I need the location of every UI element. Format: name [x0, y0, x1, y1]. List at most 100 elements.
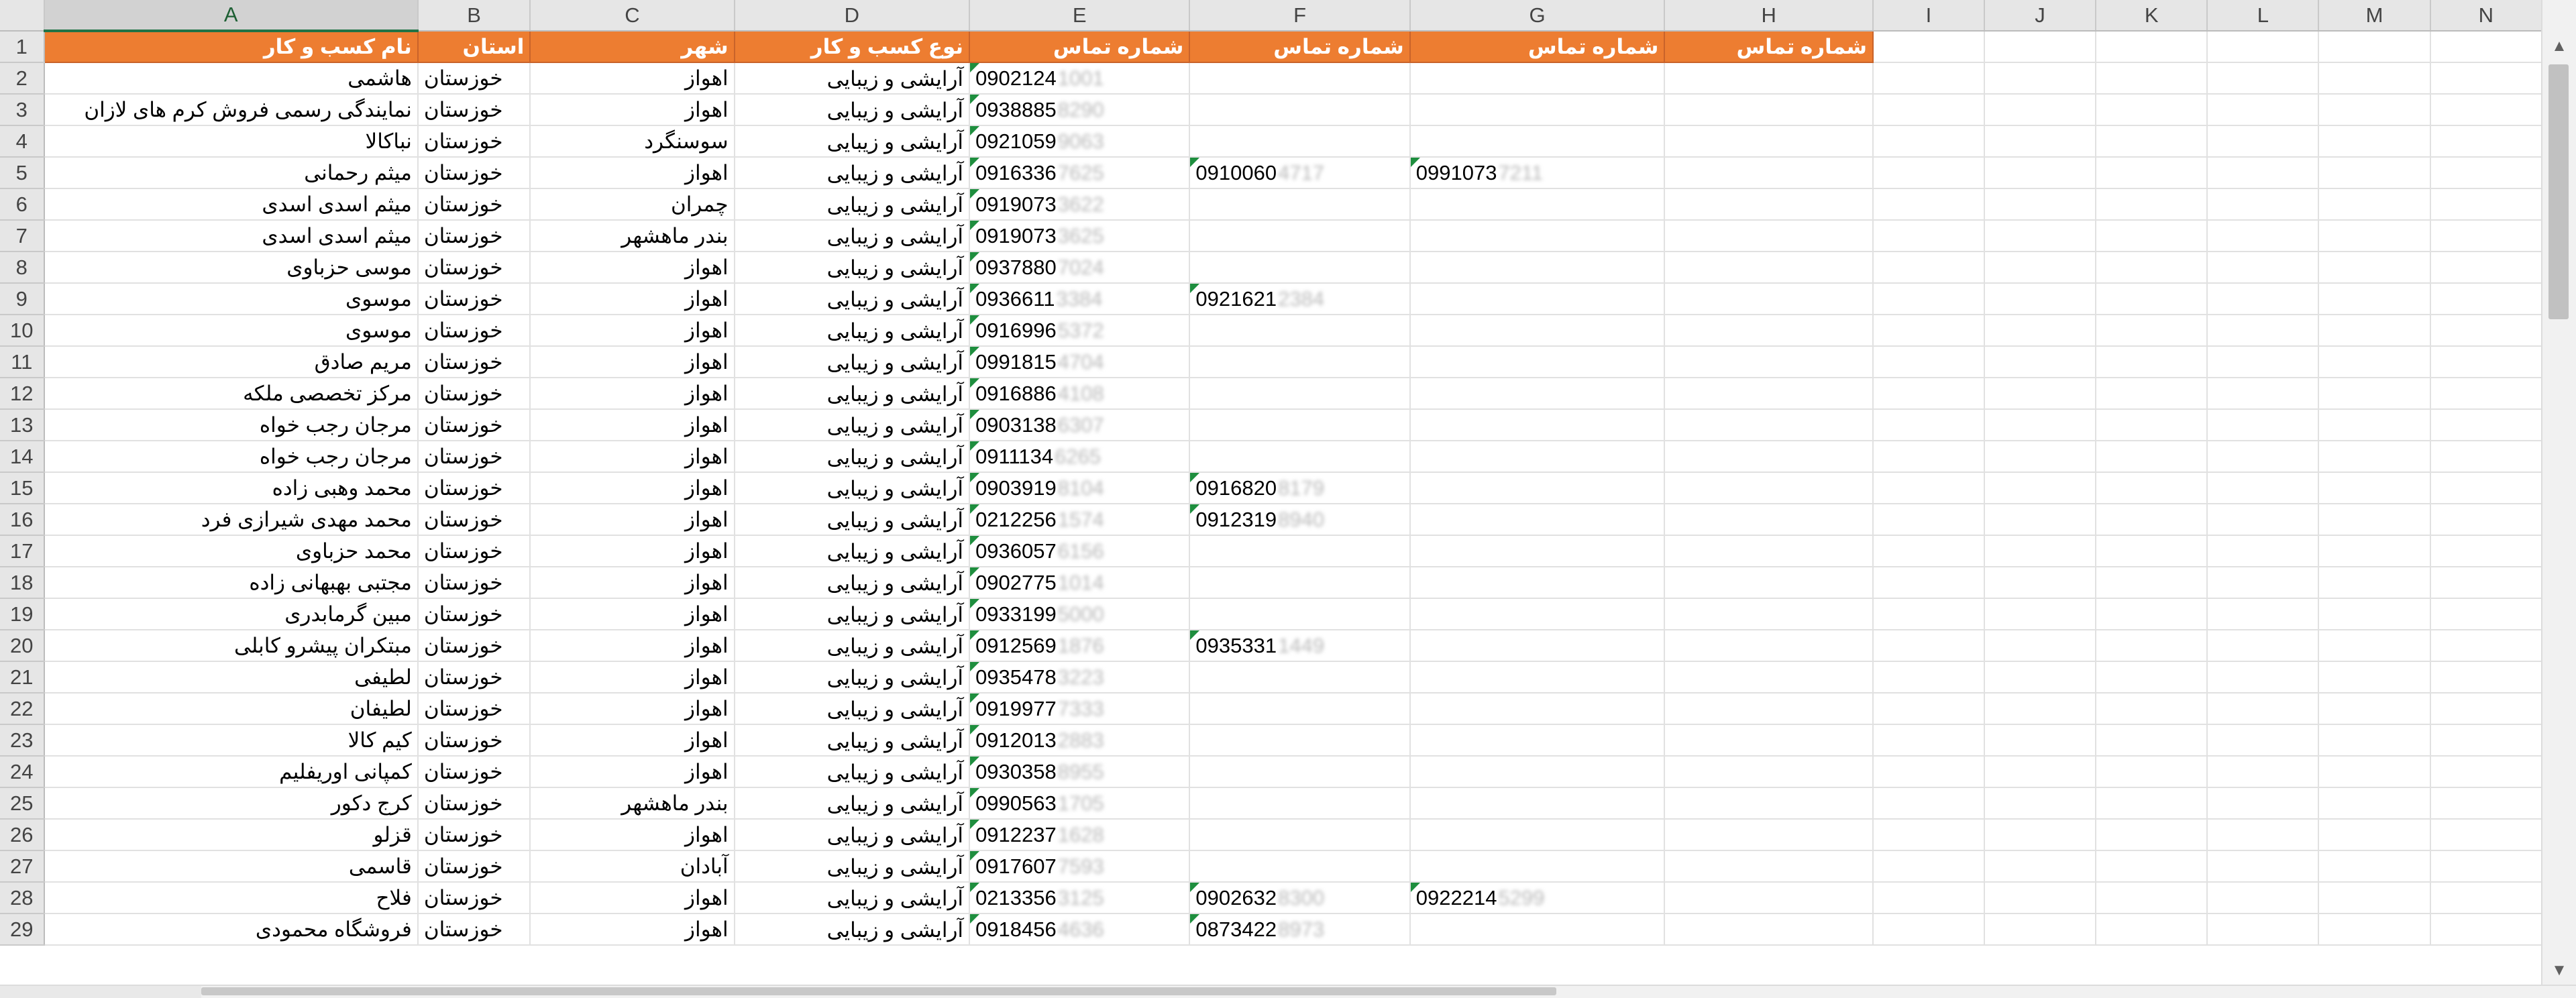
cell-business-type[interactable]: آرایشی و زیبایی	[734, 378, 971, 410]
cell[interactable]	[2207, 756, 2320, 788]
cell[interactable]	[2430, 94, 2542, 126]
cell[interactable]	[1664, 315, 1874, 347]
cell-phone-3[interactable]	[1409, 125, 1666, 158]
cell[interactable]	[2207, 283, 2320, 315]
cell-phone-3[interactable]	[1409, 441, 1666, 473]
cell[interactable]	[2096, 409, 2208, 441]
cell[interactable]	[2318, 409, 2431, 441]
cell-phone-2[interactable]	[1189, 819, 1411, 851]
cell[interactable]	[2096, 850, 2208, 883]
cell[interactable]	[1984, 94, 2097, 126]
cell-phone-3[interactable]	[1409, 661, 1666, 694]
cell-city[interactable]: اهواز	[530, 598, 735, 630]
cell-province[interactable]: خوزستان	[417, 819, 531, 851]
cell[interactable]	[1664, 724, 1874, 757]
cell-phone-2[interactable]	[1189, 252, 1411, 284]
cell[interactable]	[1984, 441, 2097, 473]
cell[interactable]	[2318, 504, 2431, 536]
cell[interactable]	[1872, 472, 1985, 504]
cell-business-name[interactable]: میثم اسدی اسدی	[44, 220, 419, 252]
cell[interactable]	[1984, 283, 2097, 315]
cell[interactable]	[1984, 188, 2097, 221]
row-header[interactable]: 2	[0, 62, 45, 95]
cell[interactable]	[2207, 125, 2320, 158]
cell[interactable]	[1984, 315, 2097, 347]
horizontal-scrollbar[interactable]	[0, 985, 2576, 998]
cell[interactable]	[2318, 31, 2431, 63]
cell-phone-2[interactable]	[1189, 693, 1411, 725]
cell-phone-1[interactable]: 09190733625	[969, 220, 1191, 252]
cell[interactable]	[2207, 346, 2320, 378]
cell-phone-1[interactable]: 09354783223	[969, 661, 1191, 694]
cell-city[interactable]: اهواز	[530, 409, 735, 441]
cell-phone-3[interactable]	[1409, 94, 1666, 126]
cell-phone-1[interactable]: 02122561574	[969, 504, 1191, 536]
cell[interactable]	[1872, 819, 1985, 851]
cell-phone-3[interactable]	[1409, 252, 1666, 284]
cell[interactable]	[1872, 693, 1985, 725]
cell[interactable]	[2096, 125, 2208, 158]
row-header[interactable]: 4	[0, 125, 45, 158]
cell[interactable]	[1872, 252, 1985, 284]
cell[interactable]	[1664, 787, 1874, 820]
cell[interactable]	[2207, 535, 2320, 567]
cell[interactable]	[2318, 346, 2431, 378]
cell-phone-1[interactable]: 09905631705	[969, 787, 1191, 820]
cell[interactable]	[1872, 850, 1985, 883]
row-header[interactable]: 25	[0, 787, 45, 820]
cell[interactable]	[2430, 220, 2542, 252]
cell[interactable]	[2430, 283, 2542, 315]
cell[interactable]	[1984, 346, 2097, 378]
cell[interactable]	[2207, 724, 2320, 757]
cell[interactable]	[2096, 787, 2208, 820]
cell-phone-3[interactable]	[1409, 409, 1666, 441]
cell[interactable]	[2096, 504, 2208, 536]
column-header-f[interactable]: F	[1189, 0, 1411, 32]
cell-province[interactable]: خوزستان	[417, 220, 531, 252]
cell-city[interactable]: اهواز	[530, 913, 735, 946]
cell-province[interactable]: خوزستان	[417, 472, 531, 504]
cell-phone-1[interactable]: 09331995000	[969, 598, 1191, 630]
cell-business-name[interactable]: مبین گرمابدری	[44, 598, 419, 630]
cell-business-type[interactable]: آرایشی و زیبایی	[734, 567, 971, 599]
cell[interactable]	[1984, 125, 2097, 158]
cell-business-name[interactable]: محمد حزباوی	[44, 535, 419, 567]
cell-phone-1[interactable]: 09918154704	[969, 346, 1191, 378]
cell-business-type[interactable]: آرایشی و زیبایی	[734, 188, 971, 221]
cell[interactable]	[1872, 409, 1985, 441]
cell-province[interactable]: خوزستان	[417, 882, 531, 914]
cell[interactable]	[1664, 819, 1874, 851]
cell-phone-2[interactable]: 09100604717	[1189, 157, 1411, 189]
cell-business-type[interactable]: آرایشی و زیبایی	[734, 504, 971, 536]
cell[interactable]	[2207, 850, 2320, 883]
row-header[interactable]: 17	[0, 535, 45, 567]
cell[interactable]	[2207, 315, 2320, 347]
cell-phone-1[interactable]: 09168864108	[969, 378, 1191, 410]
cell[interactable]	[2318, 693, 2431, 725]
column-header-n[interactable]: N	[2430, 0, 2542, 32]
cell-business-name[interactable]: محمد وهبی زاده	[44, 472, 419, 504]
row-header[interactable]: 6	[0, 188, 45, 221]
header-cell-phone-4[interactable]: شماره تماس	[1664, 31, 1874, 63]
cell[interactable]	[2318, 315, 2431, 347]
cell[interactable]	[2207, 819, 2320, 851]
cell-phone-1[interactable]: 09210599063	[969, 125, 1191, 158]
cell[interactable]	[2207, 504, 2320, 536]
cell-business-name[interactable]: میثم رحمانی	[44, 157, 419, 189]
row-header[interactable]: 20	[0, 630, 45, 662]
cell[interactable]	[2207, 598, 2320, 630]
cell-phone-3[interactable]	[1409, 756, 1666, 788]
cell-phone-1[interactable]: 09021241001	[969, 62, 1191, 95]
cell[interactable]	[1664, 598, 1874, 630]
cell-phone-1[interactable]: 09184564636	[969, 913, 1191, 946]
cell[interactable]	[2430, 882, 2542, 914]
cell[interactable]	[2430, 31, 2542, 63]
cell[interactable]	[1984, 913, 2097, 946]
cell[interactable]	[2096, 252, 2208, 284]
cell-city[interactable]: سوسنگرد	[530, 125, 735, 158]
cell-phone-3[interactable]	[1409, 598, 1666, 630]
header-cell-city[interactable]: شهر	[530, 31, 735, 63]
cell-phone-2[interactable]	[1189, 62, 1411, 95]
cell[interactable]	[2430, 62, 2542, 95]
row-header[interactable]: 5	[0, 157, 45, 189]
